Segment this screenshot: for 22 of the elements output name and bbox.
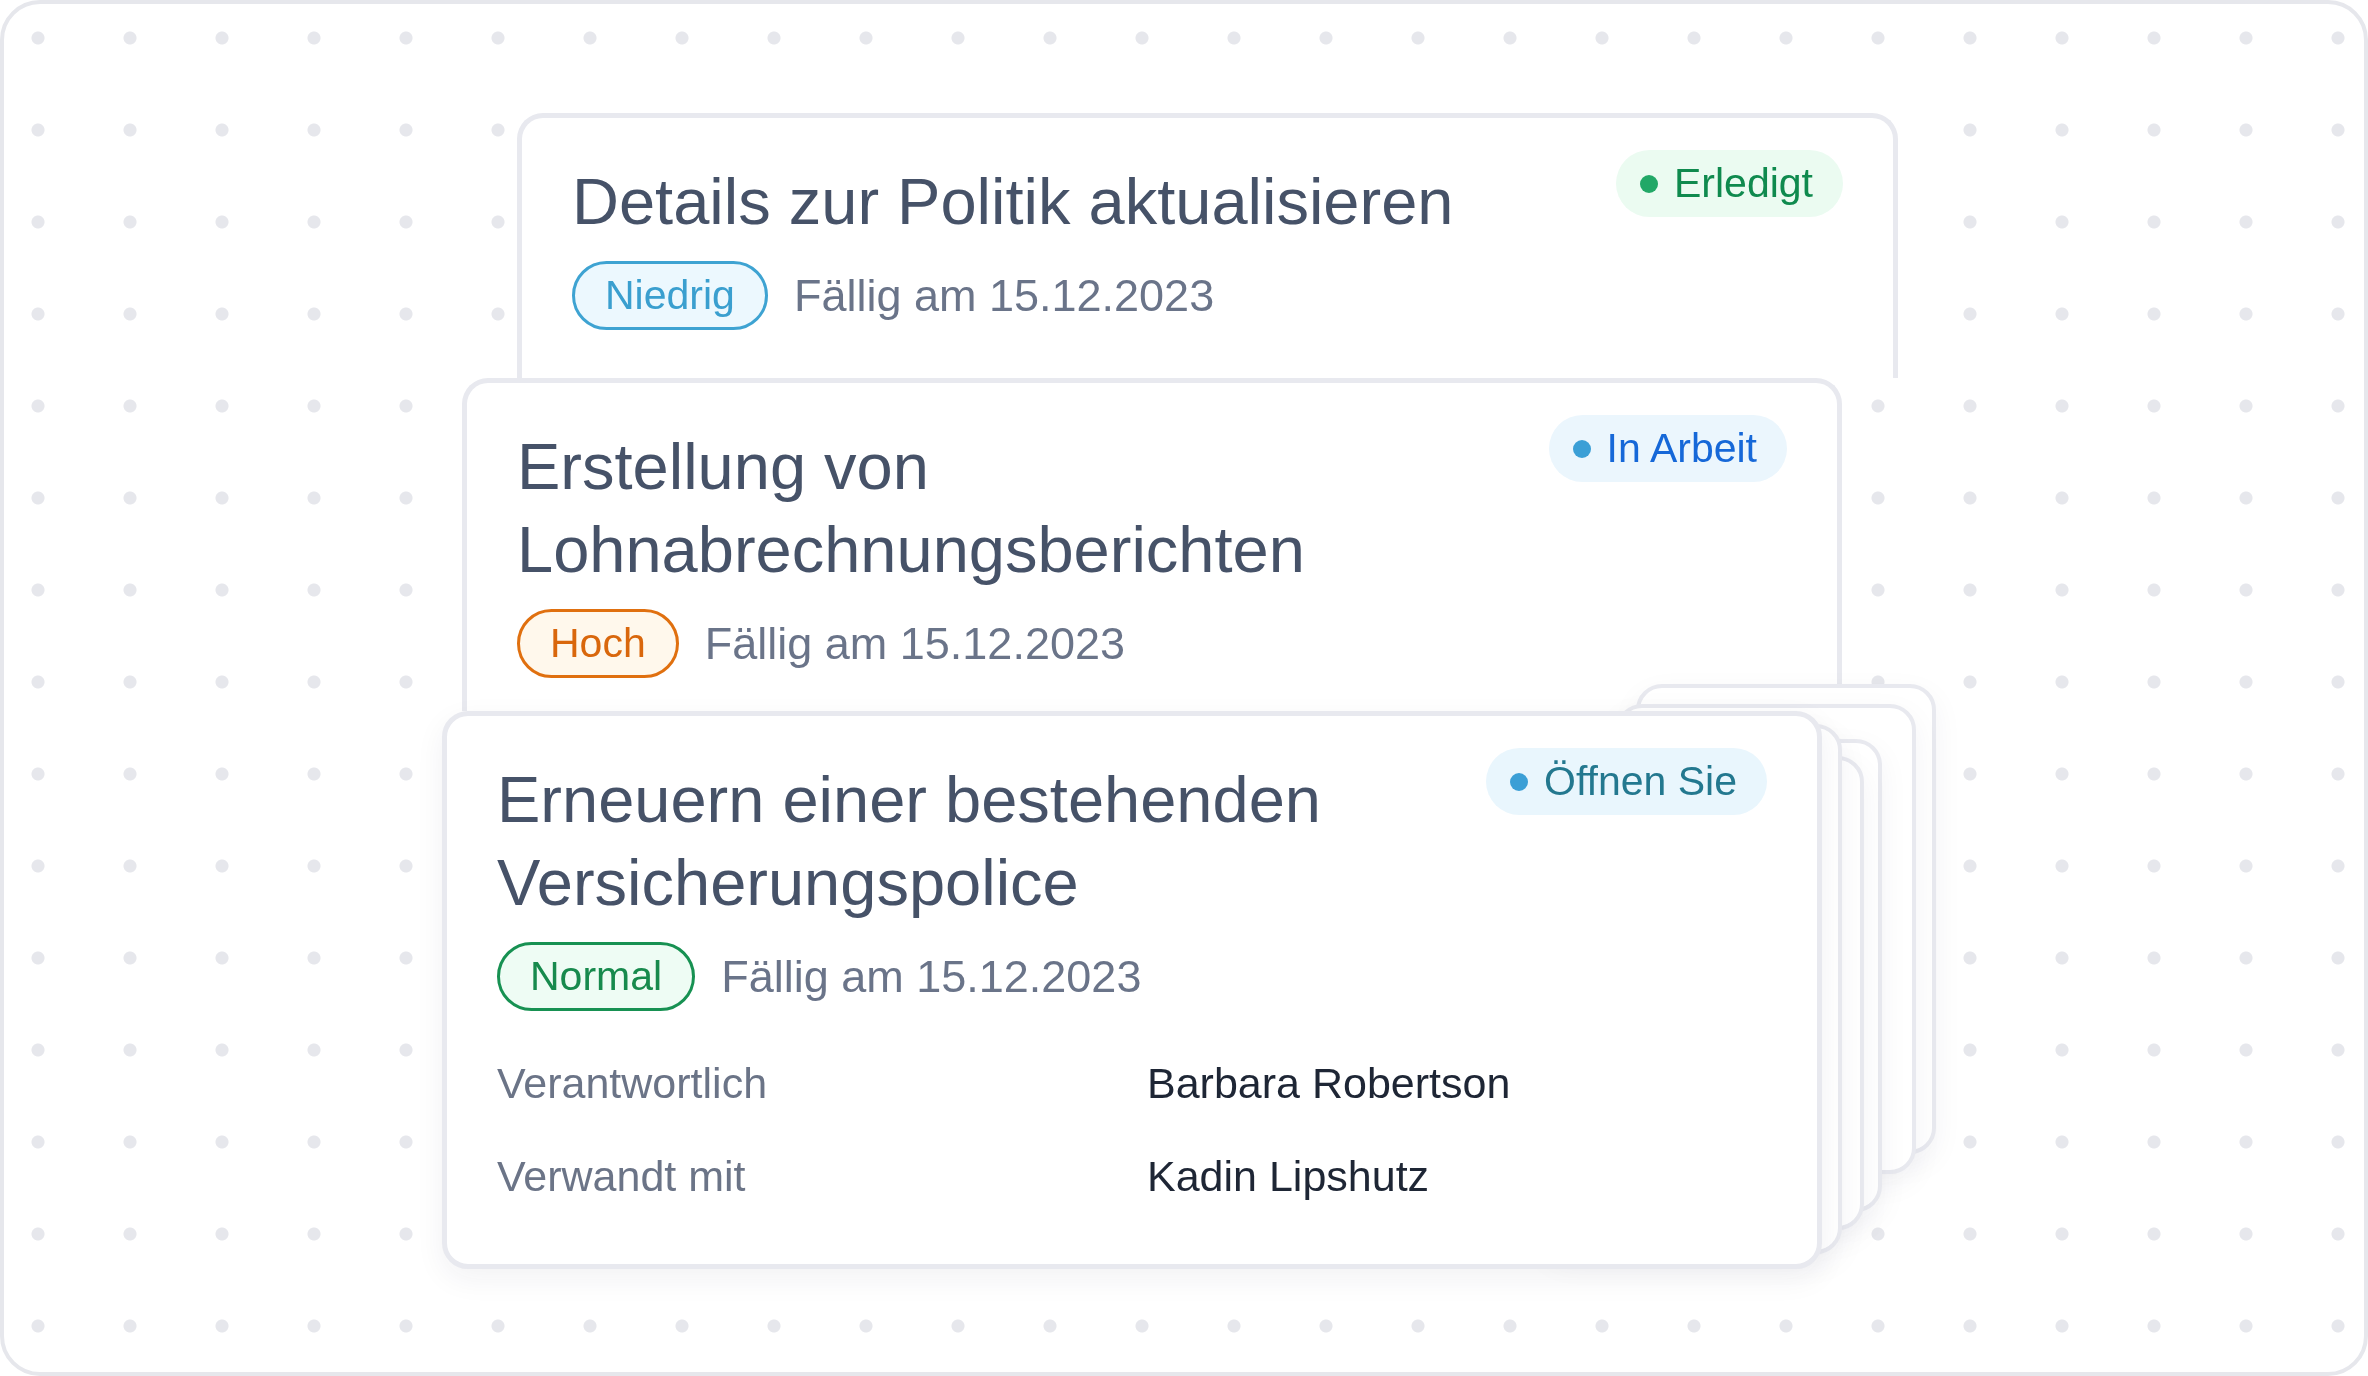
status-badge: Öffnen Sie: [1486, 748, 1767, 815]
field-value: Kadin Lipshutz: [1147, 1152, 1431, 1201]
field-label: Verantwortlich: [497, 1059, 769, 1108]
status-dot-icon: [1510, 772, 1528, 791]
task-card[interactable]: Erstellung von Lohnabrechnungsberichten In Arbeit Hoch Fällig am 15.12.2023: [462, 378, 1842, 711]
due-date: Fällig am 15.12.2023: [793, 269, 1215, 322]
task-title: Erneuern einer bestehenden Versicherungspolice: [497, 762, 1322, 921]
priority-badge: Niedrig: [572, 261, 768, 330]
field-value: Barbara Robertson: [1147, 1059, 1512, 1108]
task-title: Erstellung von Lohnabrechnungsberichten: [517, 429, 1306, 588]
field-label: Verwandt mit: [497, 1152, 747, 1201]
task-card[interactable]: Erneuern einer bestehenden Versicherungspolice Öffnen Sie Normal Fällig am 15.12.2023 Verantwortlich Barbara Robertson Verwandt mit Kadin Lipshutz: [442, 711, 1822, 1269]
priority-badge: Hoch: [517, 609, 679, 678]
priority-badge: Normal: [497, 942, 696, 1011]
status-dot-icon: [1640, 174, 1658, 193]
status-badge: In Arbeit: [1548, 415, 1787, 482]
status-badge: Erledigt: [1616, 150, 1843, 217]
due-date: Fällig am 15.12.2023: [704, 617, 1125, 670]
task-card[interactable]: Details zur Politik aktualisieren Erledigt Niedrig Fällig am 15.12.2023: [517, 113, 1898, 378]
task-title: Details zur Politik aktualisieren: [572, 164, 1454, 240]
status-dot-icon: [1572, 439, 1591, 458]
due-date: Fällig am 15.12.2023: [721, 950, 1142, 1003]
